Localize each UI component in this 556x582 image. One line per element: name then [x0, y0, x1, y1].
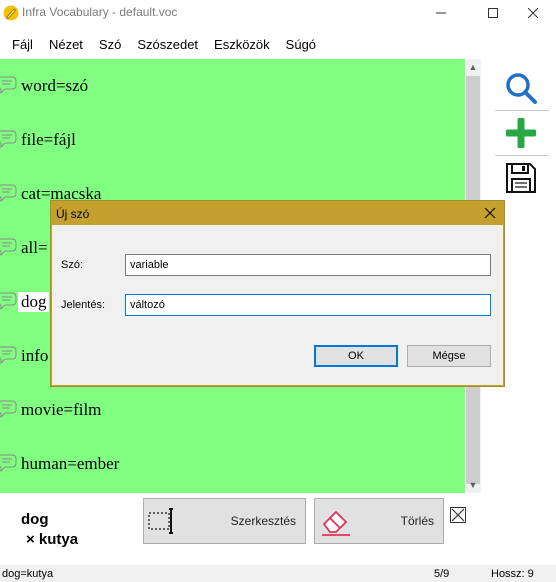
list-item-text: info	[21, 346, 49, 365]
dialog-title: Új szó	[56, 207, 90, 221]
delete-button[interactable]: Törlés	[314, 498, 444, 544]
eraser-icon	[322, 510, 350, 536]
toolbar-divider	[495, 155, 549, 156]
close-box-icon[interactable]	[450, 507, 466, 523]
menu-help[interactable]: Súgó	[278, 37, 324, 52]
speech-bubble-icon	[0, 454, 17, 473]
status-position: 5/9	[434, 568, 450, 580]
speech-bubble-icon	[0, 400, 17, 419]
list-item[interactable]: file=fájl	[0, 126, 78, 154]
menu-vocabulary[interactable]: Szószedet	[129, 37, 206, 52]
speech-bubble-icon	[0, 292, 17, 311]
speech-bubble-icon	[0, 238, 17, 257]
title-bar: Infra Vocabulary - default.voc	[0, 0, 556, 26]
list-item-text: human=ember	[21, 454, 120, 473]
speech-bubble-icon	[0, 130, 17, 149]
list-item[interactable]: word=szó	[0, 72, 90, 100]
list-item-text: movie=film	[21, 400, 102, 419]
text-cursor-icon	[148, 508, 173, 534]
minimize-button[interactable]	[418, 0, 464, 26]
list-item[interactable]: movie=film	[0, 396, 103, 424]
dialog-close-icon[interactable]	[482, 205, 498, 221]
status-bar: dog=kutya 5/9 Hossz: 9	[0, 565, 556, 582]
list-item-text: word=szó	[21, 76, 89, 95]
menu-view[interactable]: Nézet	[41, 37, 91, 52]
status-current-word: dog=kutya	[2, 568, 54, 580]
menu-tools[interactable]: Eszközök	[206, 37, 278, 52]
plus-icon	[506, 118, 536, 148]
menu-bar: Fájl Nézet Szó Szószedet Eszközök Súgó	[0, 32, 556, 56]
list-item[interactable]: all=	[0, 234, 50, 262]
save-button[interactable]	[498, 158, 544, 198]
detail-word: dog	[21, 511, 49, 528]
list-item[interactable]: info	[0, 342, 50, 370]
search-button[interactable]	[498, 68, 544, 108]
menu-word[interactable]: Szó	[91, 37, 129, 52]
close-icon	[528, 8, 538, 18]
window-title: Infra Vocabulary - default.voc	[22, 5, 178, 19]
list-item-selected[interactable]: dog	[0, 288, 49, 316]
toolbar-divider	[495, 110, 549, 111]
word-label: Szó:	[61, 259, 84, 271]
delete-button-label: Törlés	[400, 514, 434, 528]
meaning-input[interactable]	[125, 294, 491, 316]
list-item[interactable]: human=ember	[0, 450, 121, 478]
status-length: Hossz: 9	[491, 568, 534, 580]
close-button[interactable]	[510, 0, 556, 26]
edit-button-label: Szerkesztés	[230, 514, 296, 528]
list-item-text: file=fájl	[21, 130, 76, 149]
menu-file[interactable]: Fájl	[0, 37, 41, 52]
list-item-text: all=	[21, 238, 48, 257]
dialog-body: Szó: Jelentés: OK Mégse	[52, 225, 503, 385]
word-input[interactable]	[125, 254, 491, 276]
speech-bubble-icon	[0, 346, 17, 365]
ok-button[interactable]: OK	[314, 345, 398, 367]
floppy-icon	[506, 163, 536, 193]
edit-button[interactable]: Szerkesztés	[143, 498, 306, 544]
new-word-dialog: Új szó Szó: Jelentés: OK Mégse	[50, 200, 505, 387]
add-word-button[interactable]	[498, 113, 544, 153]
detail-meaning: × kutya	[26, 531, 79, 548]
scroll-up-icon[interactable]: ▲	[465, 59, 481, 75]
minimize-icon	[436, 12, 446, 14]
app-pencil-icon	[3, 5, 19, 21]
speech-bubble-icon	[0, 184, 17, 203]
speech-bubble-icon	[0, 76, 17, 95]
meaning-label: Jelentés:	[61, 299, 106, 311]
list-item-text: dog	[18, 292, 49, 312]
cancel-button[interactable]: Mégse	[407, 345, 491, 367]
magnifier-icon	[506, 73, 537, 104]
maximize-icon	[488, 8, 498, 18]
scroll-down-icon[interactable]: ▼	[465, 477, 481, 493]
